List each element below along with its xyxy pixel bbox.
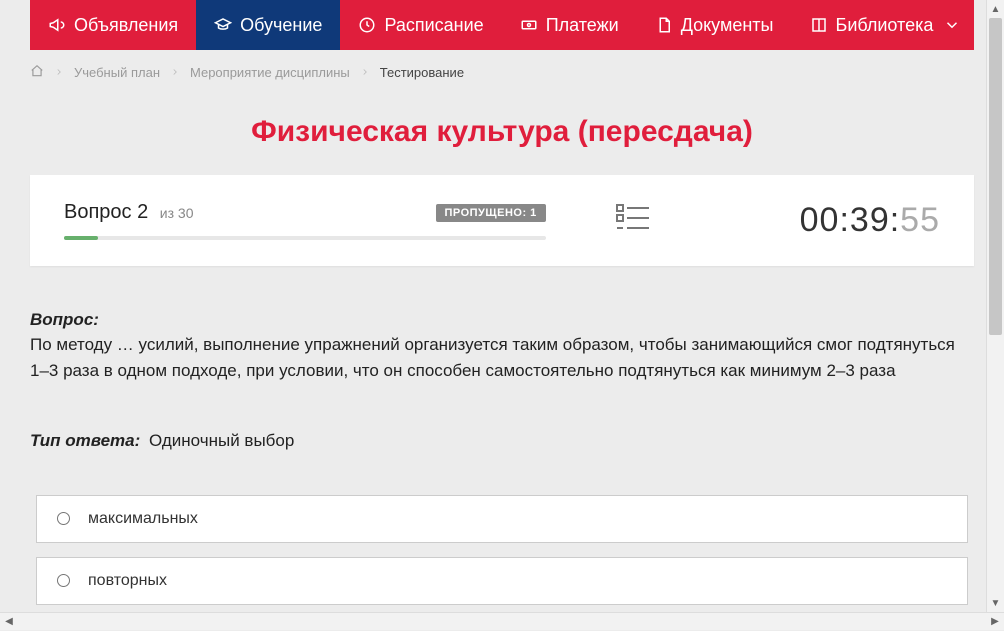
nav-item-schedule[interactable]: Расписание xyxy=(340,0,501,50)
breadcrumb-item[interactable]: Мероприятие дисциплины xyxy=(190,65,350,80)
document-icon xyxy=(655,16,673,34)
progress-bar xyxy=(64,236,546,240)
option-label: максимальных xyxy=(88,510,198,528)
page-title: Физическая культура (пересдача) xyxy=(30,115,974,149)
scroll-thumb[interactable] xyxy=(989,18,1002,335)
question-list-button[interactable] xyxy=(610,197,656,244)
nav-label: Объявления xyxy=(74,15,178,36)
nav-item-payments[interactable]: Платежи xyxy=(502,0,637,50)
nav-item-documents[interactable]: Документы xyxy=(637,0,792,50)
answer-type: Тип ответа: Одиночный выбор xyxy=(30,431,974,451)
option-item[interactable]: максимальных xyxy=(36,495,968,543)
options-list: максимальных повторных xyxy=(36,495,968,605)
scroll-left-arrow[interactable]: ◀ xyxy=(0,613,18,631)
option-radio[interactable] xyxy=(57,512,70,525)
skipped-badge: ПРОПУЩЕНО: 1 xyxy=(436,204,546,222)
option-label: повторных xyxy=(88,572,167,590)
vertical-scrollbar[interactable]: ▲ ▼ xyxy=(986,0,1004,612)
scroll-track[interactable] xyxy=(18,613,986,630)
question-number: Вопрос 2 из 30 xyxy=(64,201,193,224)
chevron-right-icon xyxy=(54,65,64,80)
nav-label: Платежи xyxy=(546,15,619,36)
breadcrumb-item[interactable]: Учебный план xyxy=(74,65,160,80)
cash-icon xyxy=(520,16,538,34)
test-status-card: Вопрос 2 из 30 ПРОПУЩЕНО: 1 00:39:55 xyxy=(30,175,974,266)
question-text: По методу … усилий, выполнение упражнени… xyxy=(30,332,974,385)
scroll-track[interactable] xyxy=(987,18,1004,594)
scroll-right-arrow[interactable]: ▶ xyxy=(986,613,1004,631)
nav-label: Обучение xyxy=(240,15,322,36)
home-icon[interactable] xyxy=(30,64,44,81)
breadcrumb-item-current: Тестирование xyxy=(380,65,464,80)
top-nav: Объявления Обучение Расписание Платежи Д… xyxy=(30,0,974,50)
chevron-down-icon xyxy=(943,16,961,34)
chevron-right-icon xyxy=(360,65,370,80)
timer: 00:39:55 xyxy=(721,201,940,240)
question-block: Вопрос: По методу … усилий, выполнение у… xyxy=(30,310,974,385)
nav-label: Документы xyxy=(681,15,774,36)
megaphone-icon xyxy=(48,16,66,34)
list-icon xyxy=(616,203,650,233)
option-radio[interactable] xyxy=(57,574,70,587)
graduation-cap-icon xyxy=(214,16,232,34)
book-icon xyxy=(810,16,828,34)
scroll-up-arrow[interactable]: ▲ xyxy=(987,0,1004,18)
horizontal-scrollbar[interactable]: ◀ ▶ xyxy=(0,612,1004,630)
option-item[interactable]: повторных xyxy=(36,557,968,605)
question-total: из 30 xyxy=(160,205,194,221)
nav-label: Библиотека xyxy=(836,15,934,36)
nav-item-library[interactable]: Библиотека xyxy=(792,0,980,50)
scroll-down-arrow[interactable]: ▼ xyxy=(987,594,1004,612)
nav-label: Расписание xyxy=(384,15,483,36)
clock-icon xyxy=(358,16,376,34)
nav-item-education[interactable]: Обучение xyxy=(196,0,340,50)
nav-item-announcements[interactable]: Объявления xyxy=(30,0,196,50)
breadcrumb: Учебный план Мероприятие дисциплины Тест… xyxy=(30,64,974,81)
question-label: Вопрос: xyxy=(30,310,99,329)
chevron-right-icon xyxy=(170,65,180,80)
